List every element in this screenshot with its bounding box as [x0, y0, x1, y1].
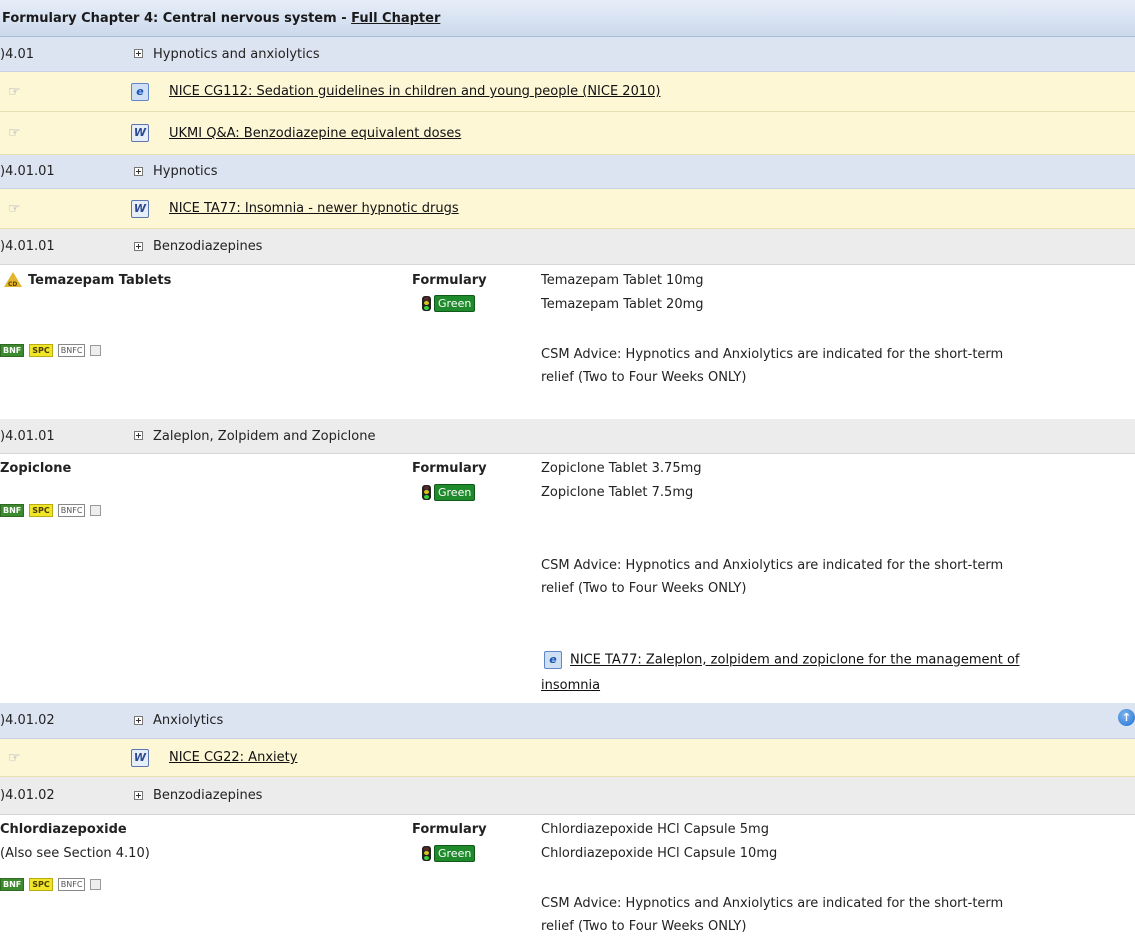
spc-link-icon[interactable]: SPC — [29, 344, 53, 357]
bnf-link-icon[interactable]: BNF — [0, 504, 25, 517]
drug-name-temazepam: Temazepam Tablets — [28, 273, 172, 288]
green-status-badge: Green — [434, 484, 476, 501]
expand-icon[interactable] — [134, 166, 143, 176]
ie-icon: e — [131, 82, 149, 101]
back-to-top-icon[interactable]: ↑ — [1118, 709, 1135, 726]
section-title: Hypnotics and anxiolytics — [153, 47, 320, 62]
product-item: Chlordiazepoxide HCl Capsule 5mg — [541, 822, 769, 837]
section-title: Hypnotics — [153, 164, 218, 179]
section-code: )4.01.01 — [0, 429, 55, 444]
document-link[interactable]: NICE CG22: Anxiety — [169, 739, 297, 777]
document-link-continued[interactable]: insomnia — [541, 678, 600, 693]
csm-advice-text: CSM Advice: Hypnotics and Anxiolytics ar… — [541, 558, 1004, 573]
expand-icon[interactable] — [134, 241, 143, 251]
spc-link-icon[interactable]: SPC — [29, 504, 53, 517]
section-row-hypnotics[interactable]: )4.01.01 Hypnotics — [0, 155, 1135, 189]
csm-advice-text: CSM Advice: Hypnotics and Anxiolytics ar… — [541, 896, 1004, 911]
patient-info-icon[interactable] — [90, 879, 102, 890]
bnfc-link-icon[interactable]: BNFC — [57, 504, 86, 517]
controlled-drug-label: CD — [8, 281, 18, 288]
bnf-link-icon[interactable]: BNF — [0, 344, 25, 357]
csm-advice-text: CSM Advice: Hypnotics and Anxiolytics ar… — [541, 347, 1004, 362]
reference-badges: BNF SPC BNFC — [0, 343, 106, 358]
ie-icon: e — [544, 651, 562, 669]
spc-link-icon[interactable]: SPC — [29, 878, 53, 891]
section-code: )4.01.01 — [0, 239, 55, 254]
csm-advice-text: relief (Two to Four Weeks ONLY) — [541, 581, 747, 596]
section-row-anxiolytics[interactable]: )4.01.02 Anxiolytics — [0, 703, 1135, 739]
patient-info-icon[interactable] — [90, 505, 102, 516]
subsection-row-benzodiazepines-anxiolytics[interactable]: )4.01.02 Benzodiazepines — [0, 777, 1135, 815]
word-doc-icon: W — [131, 124, 149, 142]
expand-icon[interactable] — [134, 431, 143, 440]
pointing-hand-icon: ☞ — [8, 84, 21, 100]
document-link[interactable]: UKMI Q&A: Benzodiazepine equivalent dose… — [169, 112, 461, 155]
link-row-nice-cg112[interactable]: ☞ e NICE CG112: Sedation guidelines in c… — [0, 72, 1135, 112]
green-status-badge: Green — [434, 845, 476, 862]
expand-icon[interactable] — [134, 715, 143, 725]
section-title: Benzodiazepines — [153, 239, 263, 254]
patient-info-icon[interactable] — [90, 345, 102, 356]
pointing-hand-icon: ☞ — [8, 201, 21, 217]
bnf-link-icon[interactable]: BNF — [0, 878, 25, 891]
expand-icon[interactable] — [134, 790, 143, 800]
section-title: Zaleplon, Zolpidem and Zopiclone — [153, 429, 376, 444]
document-link[interactable]: NICE TA77: Insomnia - newer hypnotic dru… — [169, 189, 459, 229]
csm-advice-text: relief (Two to Four Weeks ONLY) — [541, 919, 747, 934]
section-code: )4.01.02 — [0, 713, 55, 728]
product-item: Zopiclone Tablet 3.75mg — [541, 461, 702, 476]
formulary-status: Green — [422, 295, 476, 312]
formulary-status: Green — [422, 845, 476, 862]
drug-name-chlordiazepoxide: Chlordiazepoxide — [0, 822, 127, 837]
pointing-hand-icon: ☞ — [8, 750, 21, 766]
word-doc-icon: W — [131, 199, 149, 218]
bnfc-link-icon[interactable]: BNFC — [57, 344, 86, 357]
drug-note: (Also see Section 4.10) — [0, 846, 150, 861]
word-doc-icon: W — [131, 748, 149, 767]
formulary-status: Green — [422, 484, 476, 501]
traffic-light-icon — [422, 485, 431, 500]
product-item: Temazepam Tablet 20mg — [541, 297, 704, 312]
product-item: Chlordiazepoxide HCl Capsule 10mg — [541, 846, 778, 861]
section-row-hypnotics-anxiolytics[interactable]: )4.01 Hypnotics and anxiolytics — [0, 37, 1135, 72]
pointing-hand-icon: ☞ — [8, 125, 21, 141]
formulary-label: Formulary — [412, 461, 487, 476]
formulary-label: Formulary — [412, 273, 487, 288]
traffic-light-icon — [422, 296, 431, 311]
chapter-header: Formulary Chapter 4: Central nervous sys… — [0, 0, 1135, 37]
document-link[interactable]: NICE CG112: Sedation guidelines in child… — [169, 72, 660, 112]
section-title: Anxiolytics — [153, 713, 224, 728]
section-title: Benzodiazepines — [153, 788, 263, 803]
full-chapter-link[interactable]: Full Chapter — [351, 11, 440, 26]
nice-ta77-link[interactable]: e NICE TA77: Zaleplon, zolpidem and zopic… — [544, 651, 1020, 669]
expand-icon[interactable] — [134, 49, 143, 58]
product-item: Temazepam Tablet 10mg — [541, 273, 704, 288]
section-code: )4.01.01 — [0, 164, 55, 179]
section-code: )4.01.02 — [0, 788, 55, 803]
traffic-light-icon — [422, 846, 431, 861]
green-status-badge: Green — [434, 295, 476, 312]
formulary-label: Formulary — [412, 822, 487, 837]
product-item: Zopiclone Tablet 7.5mg — [541, 485, 694, 500]
link-row-ukmi-benzodiazepine[interactable]: ☞ W UKMI Q&A: Benzodiazepine equivalent … — [0, 112, 1135, 155]
drug-name-zopiclone: Zopiclone — [0, 461, 72, 476]
formulary-page: Formulary Chapter 4: Central nervous sys… — [0, 0, 1135, 943]
document-link[interactable]: NICE TA77: Zaleplon, zolpidem and zopicl… — [570, 653, 1020, 668]
csm-advice-text: relief (Two to Four Weeks ONLY) — [541, 370, 747, 385]
link-row-nice-cg22[interactable]: ☞ W NICE CG22: Anxiety — [0, 739, 1135, 777]
subsection-row-zaleplon-zolpidem-zopiclone[interactable]: )4.01.01 Zaleplon, Zolpidem and Zopiclon… — [0, 419, 1135, 454]
reference-badges: BNF SPC BNFC — [0, 877, 106, 892]
section-code: )4.01 — [0, 47, 35, 62]
reference-badges: BNF SPC BNFC — [0, 503, 106, 518]
link-row-nice-ta77-insomnia[interactable]: ☞ W NICE TA77: Insomnia - newer hypnotic… — [0, 189, 1135, 229]
subsection-row-benzodiazepines[interactable]: )4.01.01 Benzodiazepines — [0, 229, 1135, 265]
bnfc-link-icon[interactable]: BNFC — [57, 878, 86, 891]
chapter-title: Formulary Chapter 4: Central nervous sys… — [2, 11, 352, 26]
